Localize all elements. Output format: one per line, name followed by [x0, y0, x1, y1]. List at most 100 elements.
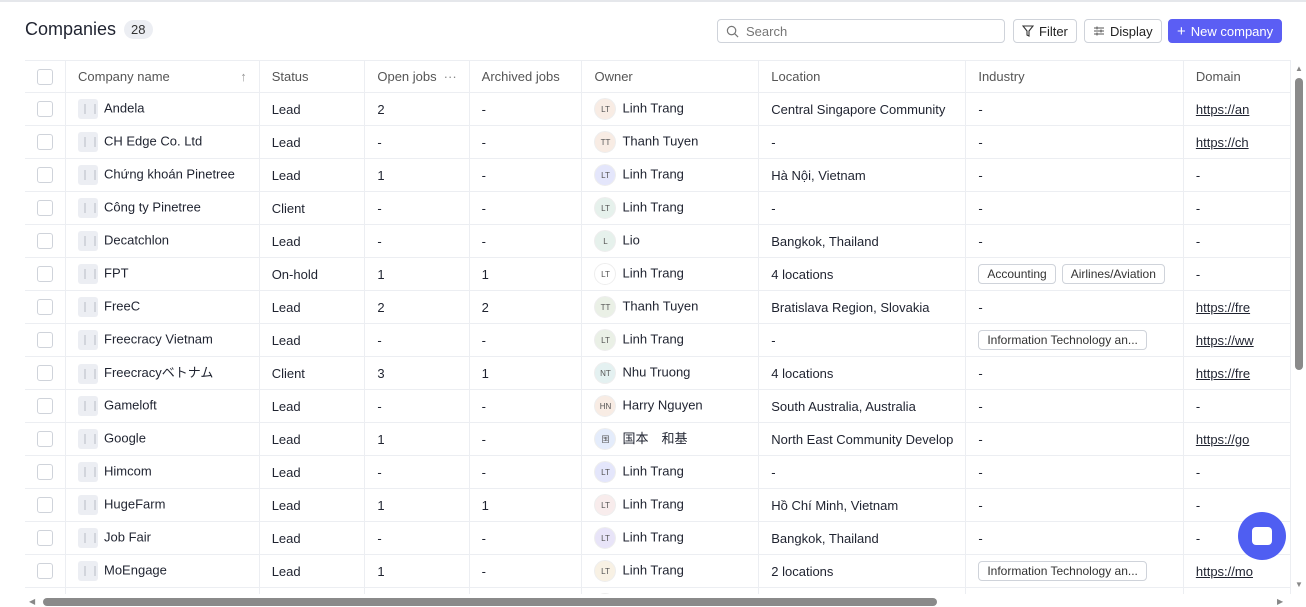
column-owner[interactable]: Owner [581, 60, 760, 93]
company-cell[interactable]: Job Fair [65, 521, 260, 555]
company-name[interactable]: FreeC [104, 298, 140, 313]
vertical-scroll-thumb[interactable] [1295, 78, 1303, 370]
domain-link[interactable]: https://mo [1196, 564, 1253, 579]
sort-asc-icon[interactable]: ↑ [240, 69, 247, 84]
domain-link[interactable]: https://an [1196, 102, 1249, 117]
status-cell: Client [258, 191, 366, 225]
table-row[interactable]: CH Edge Co. Ltd Lead - - TT Thanh Tuyen -… [25, 125, 1291, 159]
row-checkbox[interactable] [37, 200, 53, 217]
table-row[interactable]: FreeC Lead 2 2 TT Thanh Tuyen Bratislava … [25, 290, 1291, 324]
row-checkbox[interactable] [37, 497, 53, 514]
company-cell[interactable]: Freecracyベトナム [65, 356, 260, 390]
table-row[interactable]: Freecracy Vietnam Lead - - LT Linh Trang … [25, 323, 1291, 357]
company-name[interactable]: Công ty Pinetree [104, 199, 201, 214]
vertical-scrollbar[interactable]: ▲ ▼ [1293, 60, 1306, 594]
row-checkbox[interactable] [37, 167, 53, 184]
row-checkbox[interactable] [37, 464, 53, 481]
row-checkbox[interactable] [37, 233, 53, 250]
table-row[interactable]: FPT On-hold 1 1 LT Linh Trang 4 locations… [25, 257, 1291, 291]
company-name[interactable]: Freecracyベトナム [104, 365, 213, 380]
company-cell[interactable]: Chứng khoán Pinetree [65, 158, 260, 192]
company-cell[interactable]: Andela [65, 92, 260, 126]
row-checkbox[interactable] [37, 134, 53, 151]
table-row[interactable]: Job Fair Lead - - LT Linh Trang Bangkok, … [25, 521, 1291, 555]
column-domain[interactable]: Domain [1182, 60, 1291, 93]
company-name[interactable]: Decatchlon [104, 232, 169, 247]
column-open-jobs[interactable]: Open jobs ··· [364, 60, 470, 93]
company-cell[interactable]: CH Edge Co. Ltd [65, 125, 260, 159]
company-name[interactable]: MoEngage [104, 562, 167, 577]
row-checkbox[interactable] [37, 365, 53, 382]
table-row[interactable]: Himcom Lead - - LT Linh Trang - - - [25, 455, 1291, 489]
domain-link[interactable]: https://fre [1196, 366, 1250, 381]
company-name[interactable]: FPT [104, 265, 129, 280]
company-name[interactable]: Andela [104, 100, 144, 115]
more-icon[interactable]: ··· [444, 69, 457, 84]
column-status[interactable]: Status [258, 60, 366, 93]
row-checkbox[interactable] [37, 332, 53, 349]
industry-empty: - [978, 530, 983, 546]
table-row[interactable] [25, 587, 1291, 594]
table-row[interactable]: MoEngage Lead 1 - LT Linh Trang 2 locatio… [25, 554, 1291, 588]
row-checkbox[interactable] [37, 530, 53, 547]
select-all-checkbox[interactable] [37, 68, 53, 85]
domain-link[interactable]: https://go [1196, 432, 1249, 447]
company-cell[interactable]: Himcom [65, 455, 260, 489]
table-row[interactable]: Andela Lead 2 - LT Linh Trang Central Sin… [25, 92, 1291, 126]
search-box[interactable] [717, 19, 1005, 43]
table-row[interactable]: Chứng khoán Pinetree Lead 1 - LT Linh Tra… [25, 158, 1291, 192]
company-cell[interactable]: Freecracy Vietnam [65, 323, 260, 357]
column-location[interactable]: Location [758, 60, 967, 93]
company-name[interactable]: CH Edge Co. Ltd [104, 133, 202, 148]
scroll-down-icon[interactable]: ▼ [1295, 580, 1303, 589]
company-name[interactable]: Job Fair [104, 529, 151, 544]
company-name[interactable]: HugeFarm [104, 496, 165, 511]
table-row[interactable]: Công ty Pinetree Client - - LT Linh Trang… [25, 191, 1291, 225]
company-cell[interactable]: HugeFarm [65, 488, 260, 522]
filter-button[interactable]: Filter [1013, 19, 1077, 43]
company-name[interactable]: Freecracy Vietnam [104, 331, 213, 346]
row-checkbox[interactable] [37, 431, 53, 448]
table-row[interactable]: Google Lead 1 - 国国本 和基 North East Commun… [25, 422, 1291, 456]
company-cell[interactable]: FPT [65, 257, 260, 291]
domain-link[interactable]: https://ch [1196, 135, 1249, 150]
company-name[interactable]: Himcom [104, 463, 152, 478]
company-building-icon [78, 132, 98, 152]
row-checkbox[interactable] [37, 101, 53, 118]
table-row[interactable]: Decatchlon Lead - - L Lio Bangkok, Thaila… [25, 224, 1291, 258]
archived-jobs-cell: - [468, 455, 583, 489]
new-company-button[interactable]: + New company [1168, 19, 1283, 43]
industry-empty: - [978, 365, 983, 381]
table-row[interactable]: Freecracyベトナム Client 3 1 NT Nhu Truong 4 … [25, 356, 1291, 390]
company-name[interactable]: Chứng khoán Pinetree [104, 166, 235, 181]
company-cell[interactable] [65, 587, 260, 594]
domain-text: - [1195, 497, 1201, 513]
company-name[interactable]: Gameloft [104, 397, 157, 412]
column-industry[interactable]: Industry [965, 60, 1184, 93]
column-company-name[interactable]: Company name ↑ [65, 60, 260, 93]
row-checkbox[interactable] [37, 563, 53, 580]
company-cell[interactable]: MoEngage [65, 554, 260, 588]
industry-cell: - [965, 191, 1184, 225]
column-archived-jobs[interactable]: Archived jobs [468, 60, 583, 93]
table-row[interactable]: Gameloft Lead - - HN Harry Nguyen South A… [25, 389, 1291, 423]
company-cell[interactable]: Google [65, 422, 260, 456]
domain-link[interactable]: https://ww [1196, 333, 1254, 348]
row-checkbox[interactable] [37, 266, 53, 283]
horizontal-scrollbar[interactable]: ◀ ▶ [25, 596, 1291, 607]
company-cell[interactable]: FreeC [65, 290, 260, 324]
domain-link[interactable]: https://fre [1196, 300, 1250, 315]
company-cell[interactable]: Gameloft [65, 389, 260, 423]
scroll-up-icon[interactable]: ▲ [1295, 64, 1303, 73]
table-row[interactable]: HugeFarm Lead 1 1 LT Linh Trang Hồ Chí Mi… [25, 488, 1291, 522]
company-name[interactable]: Google [104, 430, 146, 445]
company-cell[interactable]: Công ty Pinetree [65, 191, 260, 225]
company-building-icon [78, 264, 98, 284]
search-input[interactable] [746, 23, 986, 39]
display-button[interactable]: Display [1084, 19, 1162, 43]
company-cell[interactable]: Decatchlon [65, 224, 260, 258]
chat-button[interactable] [1238, 512, 1286, 560]
row-checkbox[interactable] [37, 398, 53, 415]
company-count-badge: 28 [124, 20, 153, 39]
row-checkbox[interactable] [37, 299, 53, 316]
